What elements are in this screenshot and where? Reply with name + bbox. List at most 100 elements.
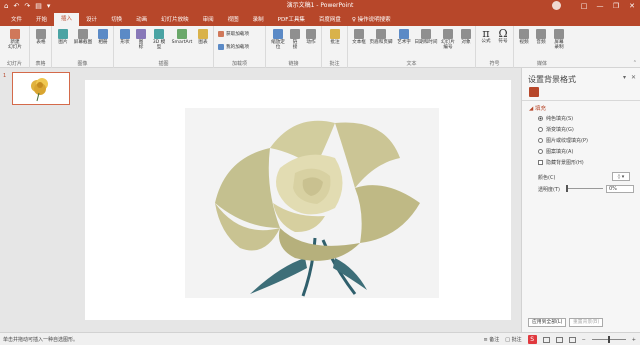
- equation-button[interactable]: π 公式: [478, 28, 494, 44]
- my-addins-button[interactable]: 我的加载项: [218, 44, 249, 50]
- zoom-button[interactable]: 缩放定 位: [269, 29, 287, 50]
- radio-selected: [538, 116, 543, 121]
- tab-pdf-tools[interactable]: PDF工具集: [271, 14, 312, 26]
- tab-insert[interactable]: 插入: [54, 13, 80, 26]
- apply-to-all-button[interactable]: 应用到全部(L): [528, 318, 567, 327]
- gradient-fill-option[interactable]: 渐变填充(G): [538, 126, 574, 133]
- get-addins-button[interactable]: 获取加载项: [218, 31, 249, 37]
- wordart-button[interactable]: 艺术字: [395, 29, 413, 45]
- symbol-button[interactable]: Ω 符号: [495, 28, 511, 44]
- restore-button[interactable]: ❐: [608, 0, 624, 12]
- pane-options-icon[interactable]: ▾: [623, 74, 626, 81]
- icons-button[interactable]: 图 标: [134, 29, 148, 50]
- user-avatar[interactable]: [552, 1, 561, 10]
- group-label-symbols: 符号: [489, 61, 500, 67]
- header-footer-button[interactable]: 页眉和页脚: [368, 29, 394, 45]
- wordart-icon: [399, 29, 409, 39]
- slide-thumbnail[interactable]: [12, 72, 70, 105]
- reading-view-icon[interactable]: [568, 336, 576, 343]
- zoom-out-icon[interactable]: −: [582, 337, 586, 343]
- table-icon: [36, 29, 46, 39]
- group-text: 文本框 页眉和页脚 艺术字 日期和时间 幻灯片 编号 对象 文本: [348, 26, 476, 68]
- rose-picture[interactable]: [185, 108, 439, 298]
- color-label: 颜色(C): [538, 175, 556, 181]
- textbox-button[interactable]: 文本框: [350, 29, 368, 45]
- checkbox-unchecked: [538, 160, 543, 165]
- solid-fill-option[interactable]: 纯色填充(S): [538, 115, 573, 122]
- picture-button[interactable]: 图片: [55, 29, 71, 45]
- comments-button[interactable]: □ 批注: [505, 336, 521, 343]
- date-time-button[interactable]: 日期和时间: [414, 29, 438, 45]
- object-button[interactable]: 对象: [458, 29, 474, 45]
- transparency-slider[interactable]: [566, 185, 603, 192]
- chart-button[interactable]: 图表: [195, 29, 211, 45]
- shapes-button[interactable]: 形状: [117, 29, 133, 45]
- screen-recording-button[interactable]: 屏幕 录制: [550, 29, 568, 50]
- shapes-icon: [120, 29, 130, 39]
- ribbon-display-options-icon[interactable]: □: [576, 0, 592, 12]
- minimize-button[interactable]: —: [592, 0, 608, 12]
- action-button[interactable]: 动作: [303, 29, 319, 45]
- window-title: 演示文稿1 - PowerPoint: [286, 2, 354, 9]
- group-label-links: 链接: [288, 61, 299, 67]
- reset-background-button[interactable]: 重置背景(B): [569, 318, 604, 327]
- tab-record[interactable]: 录制: [246, 14, 271, 26]
- tab-animations[interactable]: 动画: [129, 14, 154, 26]
- group-label-images: 图像: [77, 61, 88, 67]
- audio-button[interactable]: 音频: [533, 29, 549, 45]
- tab-home[interactable]: 开始: [29, 14, 54, 26]
- zoom-slider[interactable]: [591, 336, 626, 343]
- slide-sorter-icon[interactable]: [555, 336, 563, 343]
- tab-design[interactable]: 设计: [79, 14, 104, 26]
- zoom-in-icon[interactable]: +: [632, 337, 636, 343]
- fill-bucket-icon[interactable]: [529, 87, 539, 97]
- close-button[interactable]: ✕: [624, 0, 640, 12]
- fill-section-header[interactable]: ◢ 填充: [529, 104, 546, 112]
- tell-me-search[interactable]: ♀ 操作说明搜索: [352, 14, 391, 26]
- group-label-addins: 加载项: [231, 61, 247, 67]
- video-icon: [519, 29, 529, 39]
- photo-album-button[interactable]: 相册: [95, 29, 111, 45]
- tab-transitions[interactable]: 切换: [104, 14, 129, 26]
- ribbon-tabs: 文件 开始 插入 设计 切换 动画 幻灯片放映 审阅 视图 录制 PDF工具集 …: [0, 12, 640, 26]
- comment-button[interactable]: 批注: [326, 29, 344, 45]
- tab-view[interactable]: 视图: [221, 14, 246, 26]
- tab-baidu-netdisk[interactable]: 百度网盘: [312, 14, 348, 26]
- normal-view-icon[interactable]: [542, 336, 550, 343]
- pattern-fill-option[interactable]: 图案填充(A): [538, 148, 573, 155]
- status-bar: 单击并拖动可插入一种自选图形。 ≡ 备注 □ 批注 S − +: [0, 332, 640, 345]
- group-tables: 表格 表格: [30, 26, 52, 68]
- video-button[interactable]: 视频: [516, 29, 532, 45]
- slide-number-button[interactable]: 幻灯片 编号: [439, 29, 457, 50]
- pane-close-icon[interactable]: ✕: [631, 74, 636, 81]
- picture-texture-fill-option[interactable]: 图片或纹理填充(P): [538, 137, 588, 144]
- hide-background-graphics-checkbox[interactable]: 隐藏背景图形(H): [538, 159, 584, 166]
- window-controls: □ — ❐ ✕: [576, 0, 640, 12]
- tab-slideshow[interactable]: 幻灯片放映: [154, 14, 196, 26]
- slide-editor: [78, 68, 520, 332]
- pane-controls: ▾ ✕: [623, 74, 636, 81]
- smartart-button[interactable]: SmartArt: [170, 29, 194, 45]
- object-icon: [461, 29, 471, 39]
- store-icon: [218, 31, 224, 37]
- zoom-icon: [273, 29, 283, 39]
- tab-file[interactable]: 文件: [4, 14, 29, 26]
- link-button[interactable]: 链 接: [288, 29, 302, 50]
- screenshot-button[interactable]: 屏幕截图: [71, 29, 95, 45]
- status-right-controls: ≡ 备注 □ 批注 S − +: [483, 335, 636, 344]
- new-slide-button[interactable]: 新建 幻灯片: [3, 29, 27, 50]
- ime-logo-icon[interactable]: S: [527, 335, 537, 344]
- comment-icon: [330, 29, 340, 39]
- screen-record-icon: [554, 29, 564, 39]
- transparency-input[interactable]: 0%: [606, 185, 634, 193]
- slide-number-icon: [443, 29, 453, 39]
- slide-canvas[interactable]: [85, 80, 511, 320]
- ribbon: 新建 幻灯片 幻灯片 表格 表格 图片 屏幕截图 相册 图像 形状 图 标 3D…: [0, 26, 640, 68]
- icons-icon: [136, 29, 146, 39]
- table-button[interactable]: 表格: [33, 29, 49, 45]
- 3d-models-button[interactable]: 3D 模 型: [149, 29, 169, 50]
- tab-review[interactable]: 审阅: [196, 14, 221, 26]
- collapse-ribbon-icon[interactable]: ⌃: [633, 60, 637, 66]
- color-picker-button[interactable]: ◊ ▾: [612, 172, 630, 181]
- notes-button[interactable]: ≡ 备注: [483, 336, 499, 343]
